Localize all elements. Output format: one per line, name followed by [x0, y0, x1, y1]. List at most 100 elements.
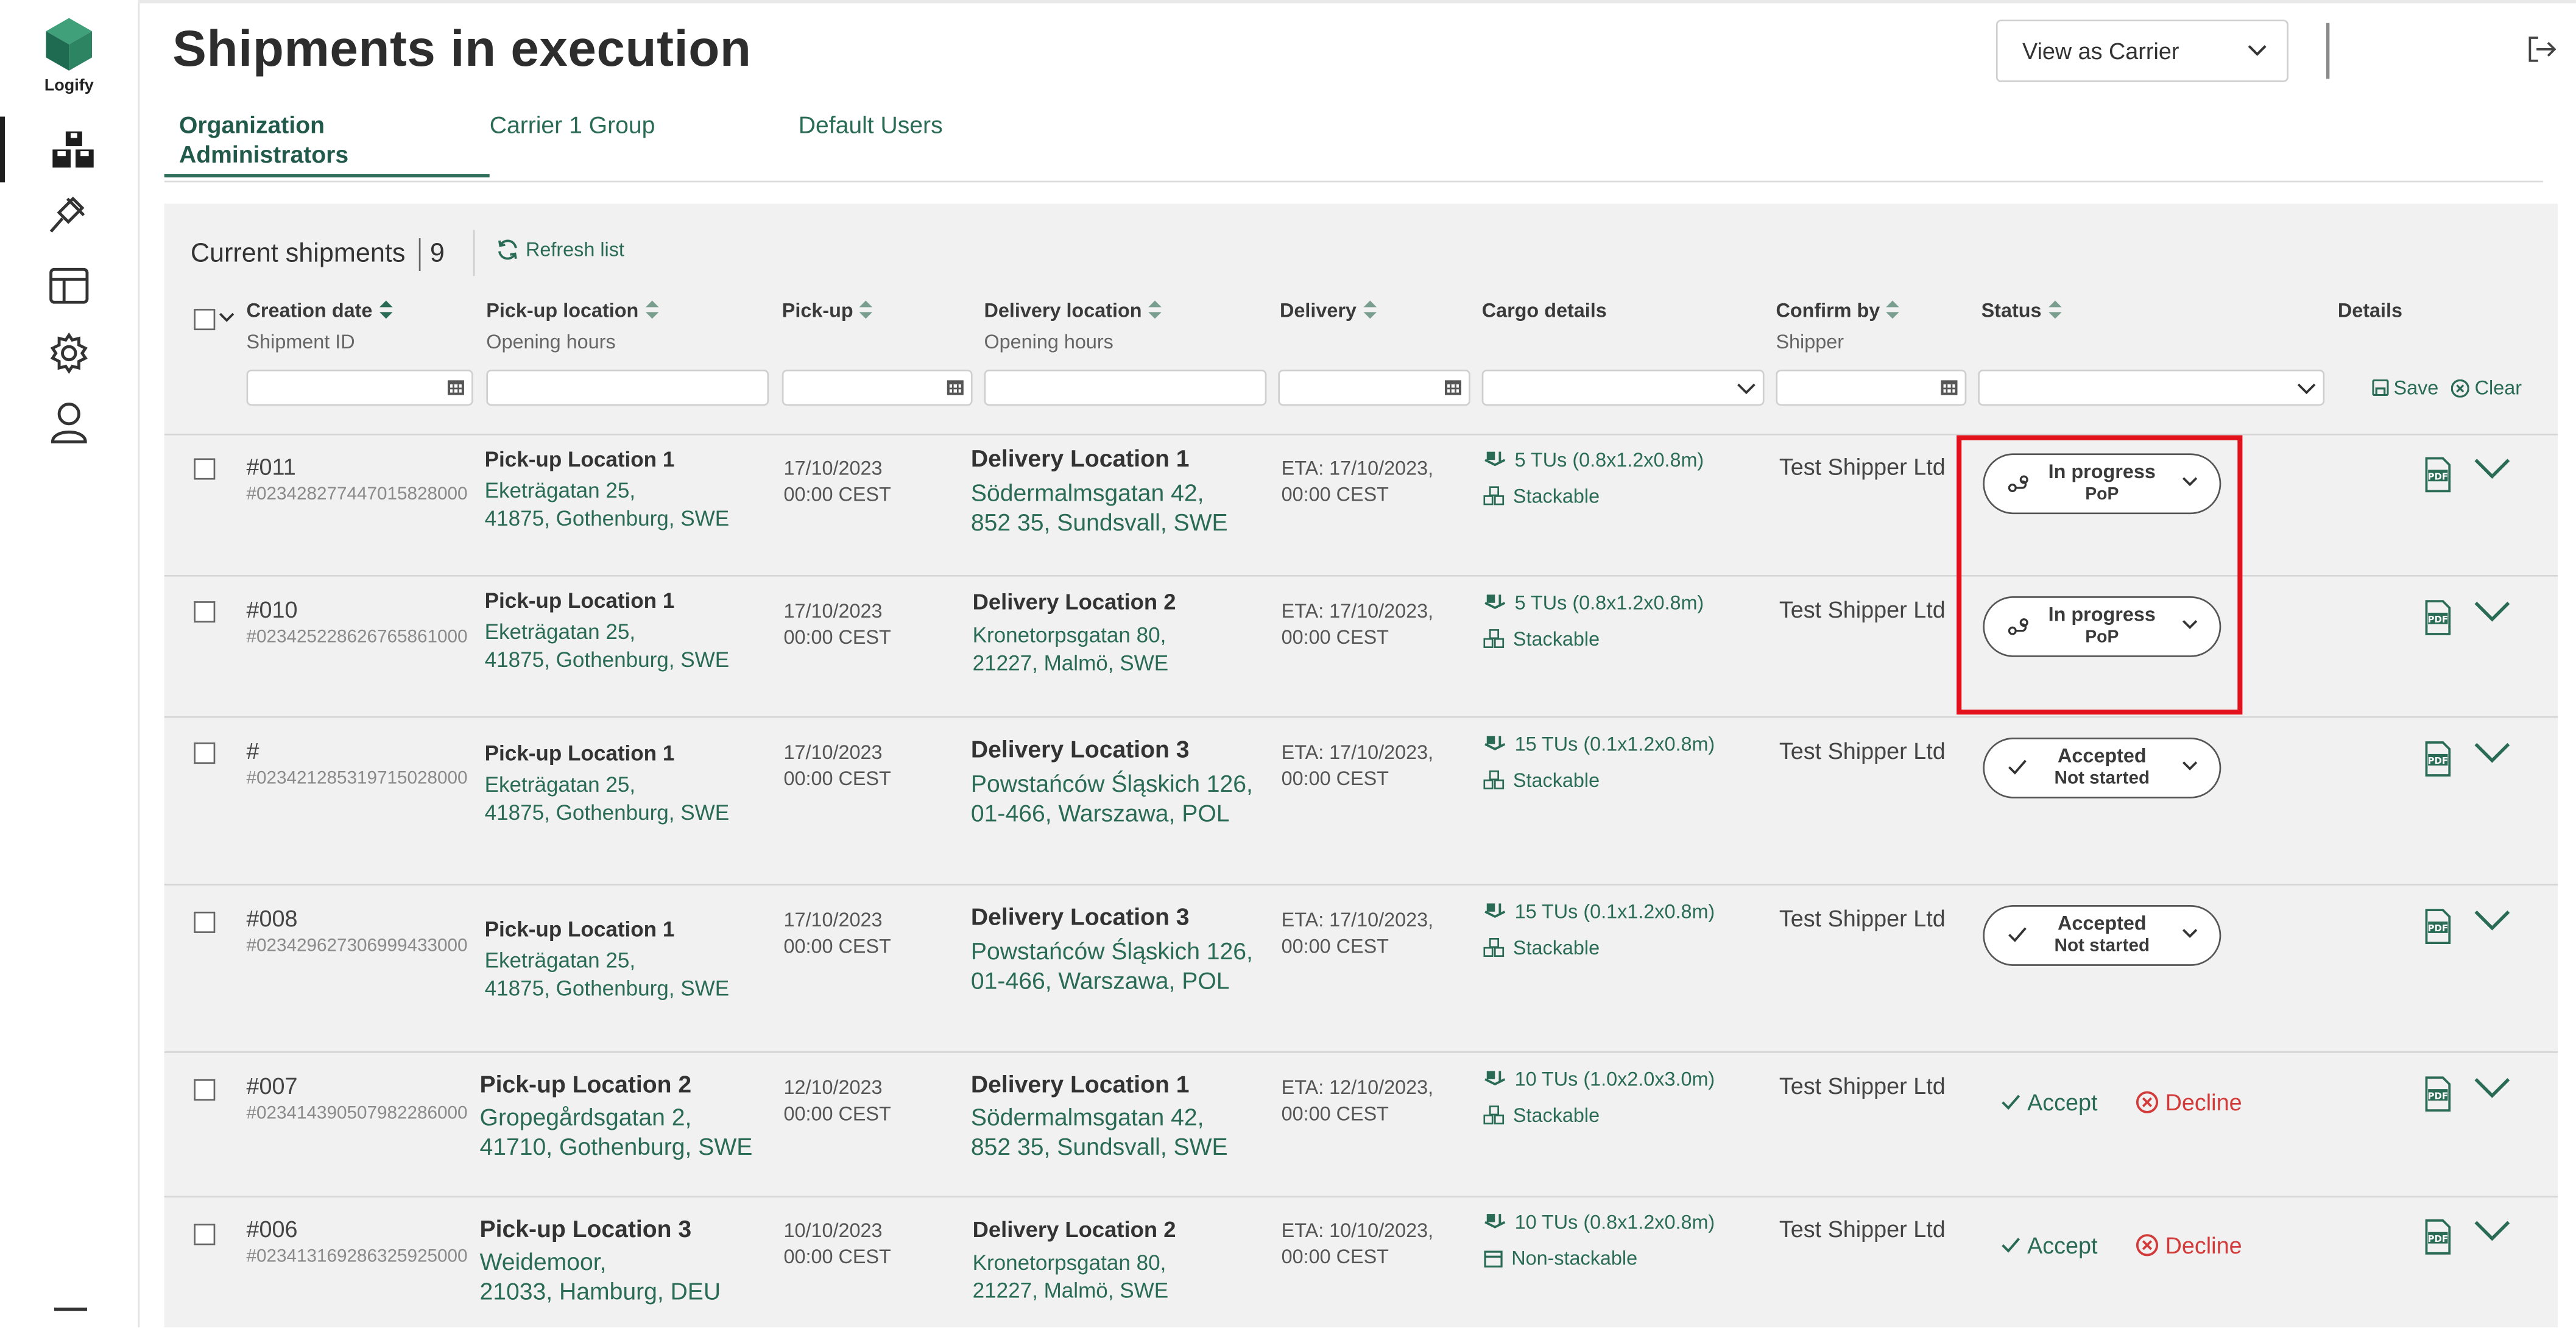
accept-button[interactable]: Accept [2001, 1089, 2098, 1115]
status-dropdown[interactable]: Accepted Not started [1983, 737, 2221, 798]
col-pickup[interactable]: Pick-up [782, 299, 873, 322]
col-creation-date[interactable]: Creation date Shipment ID [247, 299, 392, 353]
filter-actions: Save Clear [2372, 376, 2522, 399]
confirm-by-shipper: Test Shipper Ltd [1779, 453, 1946, 480]
table-row[interactable]: # #023421285319715028000 Pick-up Locatio… [164, 716, 2558, 886]
table-row[interactable]: #008 #023429627306999433000 Pick-up Loca… [164, 883, 2558, 1053]
col-delivery-hours-label: Opening hours [984, 330, 1113, 353]
pickup-address: Eketrägatan 25, 41875, Gothenburg, SWE [485, 618, 730, 674]
expand-row-button[interactable] [2474, 742, 2510, 772]
expand-row-button[interactable] [2474, 1077, 2510, 1107]
chevron-down-icon [2248, 45, 2267, 56]
cargo-units: 10 TUs (0.8x1.2x0.8m) [1514, 1210, 1715, 1234]
menu-icon[interactable] [54, 1307, 87, 1311]
delivery-address: Kronetorpsgatan 80, 21227, Malmö, SWE [973, 621, 1169, 677]
delivery-eta: ETA: 17/10/2023, 00:00 CEST [1282, 739, 1434, 792]
refresh-list-button[interactable]: Refresh list [496, 238, 624, 261]
tab-carrier-1-group[interactable]: Carrier 1 Group [490, 111, 655, 141]
view-as-select[interactable]: View as Carrier [1996, 19, 2288, 82]
decline-button[interactable]: Decline [2136, 1089, 2242, 1115]
logout-button[interactable] [2527, 36, 2557, 71]
col-status[interactable]: Status [1981, 299, 2061, 322]
delivery-location-name: Delivery Location 2 [972, 1217, 1176, 1242]
pdf-download-button[interactable]: PDF [2425, 1076, 2451, 1121]
decline-button[interactable]: Decline [2136, 1232, 2242, 1258]
expand-row-button[interactable] [2474, 1221, 2510, 1250]
pdf-download-button[interactable]: PDF [2425, 1219, 2451, 1263]
decline-icon [2136, 1091, 2159, 1113]
expand-row-button[interactable] [2474, 601, 2510, 631]
eta-time: 00:00 CEST [1281, 1102, 1389, 1126]
eta-date: ETA: 17/10/2023, [1281, 741, 1434, 764]
tab-default-users[interactable]: Default Users [799, 111, 943, 141]
accept-button[interactable]: Accept [2001, 1232, 2098, 1258]
pickup-address: Eketrägatan 25, 41875, Gothenburg, SWE [485, 770, 730, 827]
save-filter-button[interactable]: Save [2372, 376, 2438, 399]
row-checkbox[interactable] [194, 911, 216, 933]
pickup-location-name: Pick-up Location 1 [484, 741, 675, 766]
chevron-down-icon [2474, 1221, 2510, 1241]
row-checkbox[interactable] [194, 1224, 216, 1246]
delivery-address-line: 852 35, Sundsvall, SWE [970, 510, 1228, 537]
pickup-time: 00:00 CEST [783, 1245, 891, 1269]
table-row[interactable]: #006 #023413169286325925000 Pick-up Loca… [164, 1196, 2558, 1328]
col-confirm-by[interactable]: Confirm by Shipper [1776, 299, 1900, 353]
cargo-units: 10 TUs (1.0x2.0x3.0m) [1514, 1068, 1715, 1091]
row-checkbox[interactable] [194, 742, 216, 764]
pdf-download-button[interactable]: PDF [2425, 741, 2451, 785]
calendar-icon [1941, 380, 1958, 395]
sidebar-item-shipments[interactable] [0, 116, 143, 183]
delivery-location-filter[interactable] [984, 369, 1267, 406]
row-checkbox[interactable] [194, 458, 216, 480]
logo[interactable]: Logify [33, 16, 105, 95]
confirm-by-filter[interactable] [1776, 369, 1967, 406]
col-delivery-location[interactable]: Delivery location Opening hours [984, 299, 1162, 353]
accept-label: Accept [2027, 1089, 2098, 1116]
select-all-checkbox[interactable] [194, 309, 216, 331]
pickup-location-filter[interactable] [486, 369, 769, 406]
delivery-date-filter[interactable] [1278, 369, 1470, 406]
pickup-address-line: Eketrägatan 25, [484, 948, 636, 973]
pdf-download-button[interactable]: PDF [2425, 908, 2451, 953]
pdf-icon: PDF [2425, 1219, 2451, 1255]
chevron-down-icon[interactable] [219, 312, 235, 323]
clear-filter-button[interactable]: Clear [2451, 376, 2522, 399]
pdf-icon: PDF [2425, 1076, 2451, 1112]
gavel-icon [49, 196, 85, 233]
col-details: Details [2338, 299, 2402, 322]
pdf-download-button[interactable]: PDF [2425, 599, 2451, 644]
shipment-short-id: #008 [246, 905, 298, 932]
sidebar-item-profile[interactable] [0, 389, 138, 455]
shipment-short-id: # [246, 737, 259, 764]
pickup-date: 17/10/2023 [783, 741, 883, 764]
delivery-address-line: 21227, Malmö, SWE [972, 650, 1169, 675]
status-filter[interactable] [1978, 369, 2325, 406]
delivery-address-line: Kronetorpsgatan 80, [972, 622, 1166, 647]
svg-text:PDF: PDF [2428, 1234, 2448, 1244]
sidebar-item-dashboard[interactable] [0, 253, 138, 319]
col-shipper-label: Shipper [1776, 330, 1844, 353]
creation-date-filter[interactable] [246, 369, 473, 406]
pdf-download-button[interactable]: PDF [2425, 457, 2451, 501]
status-dropdown[interactable]: Accepted Not started [1983, 905, 2221, 966]
table-row[interactable]: #007 #023414390507982286000 Pick-up Loca… [164, 1051, 2558, 1197]
sort-icon [379, 300, 392, 319]
row-checkbox[interactable] [194, 601, 216, 623]
chevron-down-icon [2474, 459, 2510, 479]
eta-time: 00:00 CEST [1281, 767, 1389, 791]
sidebar-item-auctions[interactable] [0, 184, 138, 250]
tab-organization-administrators[interactable]: Organization Administrators [179, 111, 393, 171]
cargo-filter[interactable] [1481, 369, 1765, 406]
row-checkbox[interactable] [194, 1079, 216, 1101]
confirm-by-shipper: Test Shipper Ltd [1779, 737, 1946, 764]
sidebar-item-settings[interactable] [0, 320, 138, 386]
col-delivery[interactable]: Delivery [1280, 299, 1377, 322]
expand-row-button[interactable] [2474, 458, 2510, 488]
shipment-id: #023413169286325925000 [246, 1247, 468, 1267]
expand-row-button[interactable] [2474, 910, 2510, 940]
pickup-address: Weidemoor, 21033, Hamburg, DEU [480, 1249, 721, 1308]
col-pickup-location[interactable]: Pick-up location Opening hours [486, 299, 658, 353]
pdf-icon: PDF [2425, 457, 2451, 493]
pickup-date-filter[interactable] [782, 369, 973, 406]
eta-time: 00:00 CEST [1281, 482, 1389, 506]
